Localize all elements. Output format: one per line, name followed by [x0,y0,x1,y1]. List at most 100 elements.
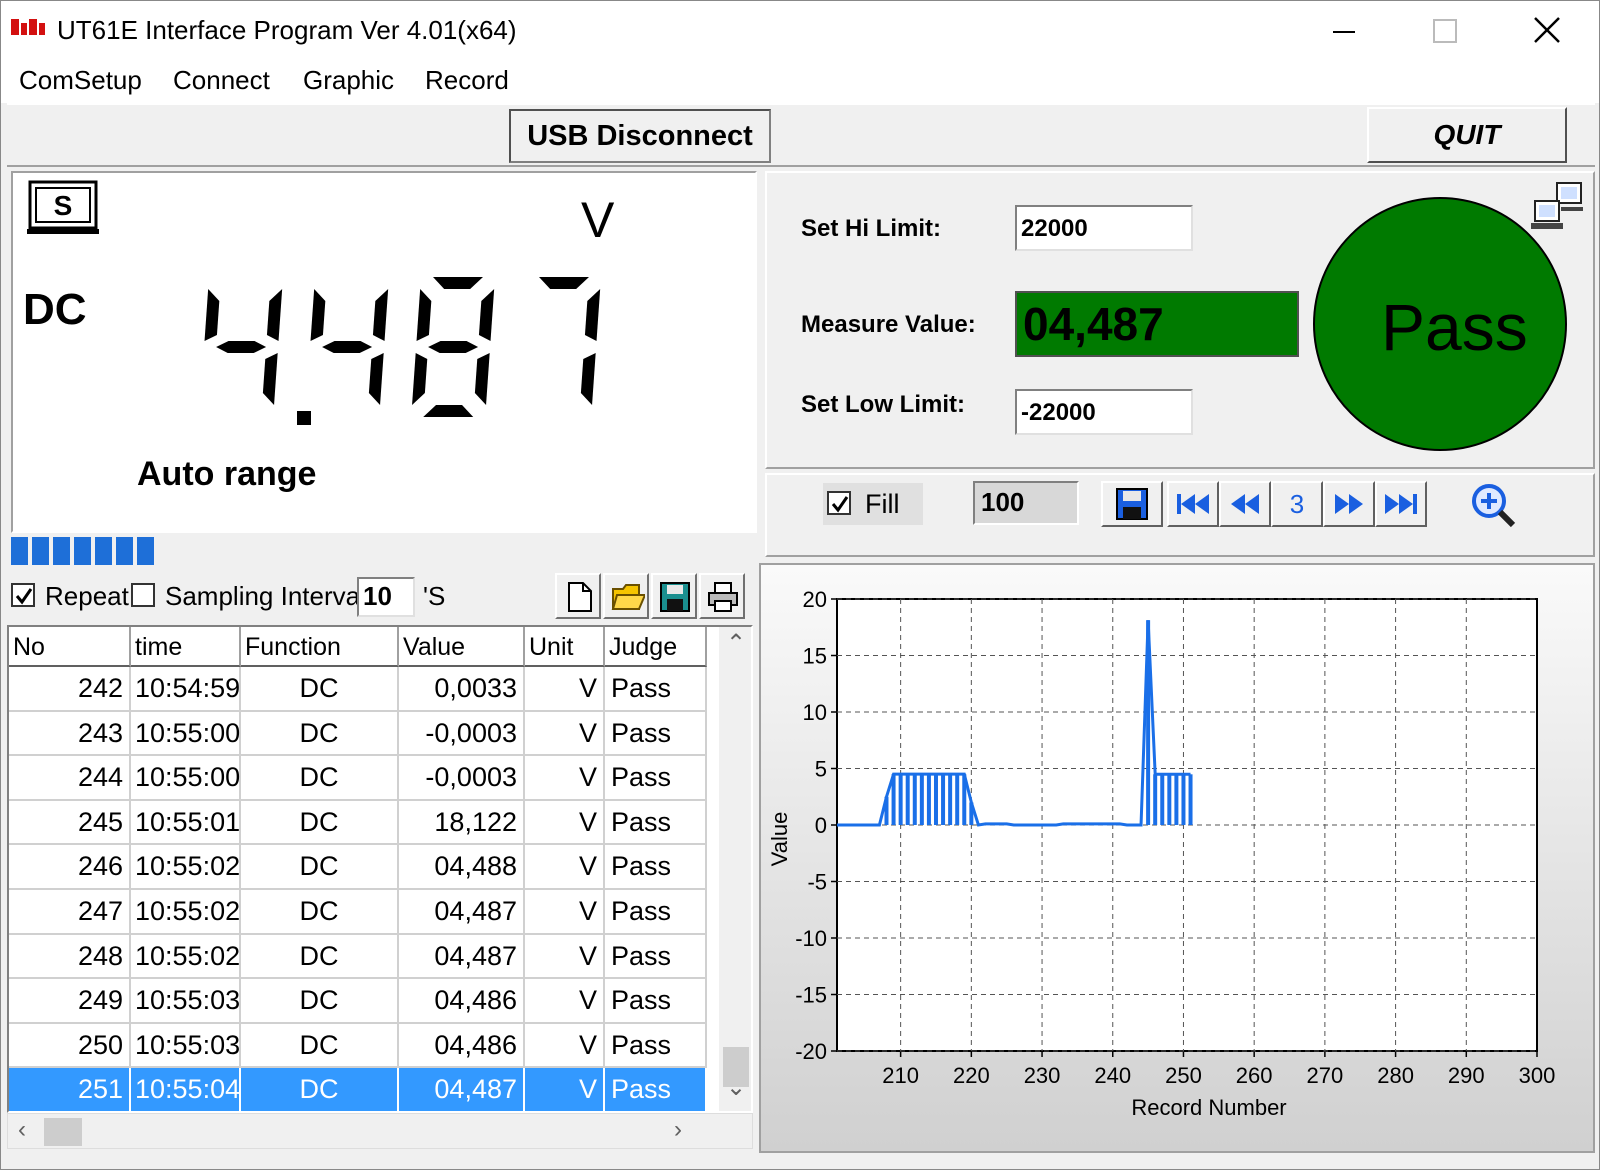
column-no[interactable]: No [9,627,131,667]
lcd-segment [310,289,326,341]
lcd-segment [412,353,428,405]
hi-limit-input[interactable]: 22000 [1015,205,1193,251]
menu-bar: ComSetup Connect Graphic Record [1,59,1599,103]
fill-checkbox-box[interactable] [827,491,851,515]
repeat-checkbox[interactable] [11,583,35,607]
column-value[interactable]: Value [399,627,525,667]
usb-disconnect-button[interactable]: USB Disconnect [509,109,771,163]
new-file-button[interactable] [555,573,601,619]
seven-segment-digits [204,277,601,425]
floppy-disk-icon [660,582,690,612]
analog-bargraph [11,537,154,567]
series-fill-bar [926,774,931,825]
display-function: DC [23,285,87,334]
points-count-input[interactable]: 100 [973,481,1079,525]
x-tick-label: 270 [1307,1063,1344,1088]
cell-value: 04,488 [399,845,525,890]
horizontal-scroll-thumb[interactable] [44,1118,82,1146]
next-page-button[interactable] [1323,481,1375,527]
table-row[interactable]: 250 10:55:03 DC 04,486 V Pass [9,1023,707,1069]
lcd-segment [204,289,220,341]
print-button[interactable] [699,573,745,619]
meter-display: S V DC Auto range [11,171,757,533]
save-file-button[interactable] [651,573,697,619]
scroll-left-icon[interactable]: ‹ [18,1116,26,1144]
lcd-segment [216,341,267,353]
table-row[interactable]: 245 10:55:01 DC 18,122 V Pass [9,800,707,846]
save-chart-button[interactable] [1101,481,1163,527]
title-bar[interactable]: UT61E Interface Program Ver 4.01(x64) [1,1,1599,59]
cell-judge: Pass [605,756,707,801]
scroll-down-icon[interactable]: ⌄ [726,1073,746,1102]
cell-no: 249 [9,979,131,1024]
minimize-button[interactable] [1297,1,1389,59]
first-page-button[interactable] [1167,481,1219,527]
lcd-segment [433,277,483,289]
lcd-segment [423,405,474,417]
close-button[interactable] [1501,1,1593,59]
series-fill-bar [905,774,910,825]
table-row[interactable]: 246 10:55:02 DC 04,488 V Pass [9,845,707,890]
monitor-s-icon[interactable]: S [27,179,99,237]
cell-time: 10:55:03 [131,1023,241,1069]
last-page-button[interactable] [1375,481,1427,527]
table-row[interactable]: 248 10:55:02 DC 04,487 V Pass [9,934,707,980]
cell-unit: V [525,800,605,846]
skip-first-icon [1177,494,1209,514]
lcd-segment [262,353,278,405]
floppy-disk-icon [1116,488,1148,520]
low-limit-input[interactable]: -22000 [1015,389,1193,435]
x-tick-label: 240 [1094,1063,1131,1088]
y-tick-label: 10 [803,700,827,725]
open-folder-button[interactable] [603,573,649,619]
bargraph-segment [32,537,49,565]
scroll-up-icon[interactable]: ⌃ [726,629,746,658]
table-row[interactable]: 243 10:55:00 DC -0,0003 V Pass [9,711,707,757]
sampling-interval-checkbox[interactable] [131,583,155,607]
table-row[interactable]: 247 10:55:02 DC 04,487 V Pass [9,889,707,935]
column-unit[interactable]: Unit [525,627,605,667]
interval-unit-label: 'S [423,581,446,611]
fill-checkbox[interactable]: Fill [823,483,923,525]
horizontal-scrollbar[interactable]: ‹ › [7,1113,753,1149]
cell-time: 10:55:03 [131,979,241,1024]
cell-function: DC [241,667,399,712]
x-tick-label: 300 [1519,1063,1556,1088]
cell-function: DC [241,1023,399,1069]
lcd-segment [584,289,601,341]
menu-connect[interactable]: Connect [173,65,270,96]
column-judge[interactable]: Judge [605,627,707,667]
scroll-right-icon[interactable]: › [674,1116,682,1144]
table-row[interactable]: 242 10:54:59 DC 0,0033 V Pass [9,667,707,712]
table-header: No time Function Value Unit Judge [9,627,707,667]
table-row[interactable]: 244 10:55:00 DC -0,0003 V Pass [9,756,707,801]
cell-no: 243 [9,711,131,757]
column-time[interactable]: time [131,627,241,667]
sampling-interval-input[interactable]: 10 [357,577,415,617]
cell-time: 10:55:02 [131,934,241,980]
quit-button[interactable]: QUIT [1367,107,1567,163]
table-row[interactable]: 251 10:55:04 DC 04,487 V Pass [9,1068,707,1111]
table-row[interactable]: 249 10:55:03 DC 04,486 V Pass [9,979,707,1024]
cell-judge: Pass [605,711,707,757]
previous-page-button[interactable] [1219,481,1271,527]
vertical-scrollbar[interactable]: ⌃ ⌄ [719,627,751,1111]
network-icon[interactable] [1531,181,1585,233]
menu-graphic[interactable]: Graphic [303,65,394,96]
menu-record[interactable]: Record [425,65,509,96]
menu-comsetup[interactable]: ComSetup [19,65,142,96]
measure-value-display: 04,487 [1015,291,1299,357]
cell-function: DC [241,889,399,935]
zoom-in-icon[interactable] [1467,481,1523,531]
cell-unit: V [525,934,605,980]
maximize-button[interactable] [1397,1,1489,59]
hi-limit-label: Set Hi Limit: [801,215,942,242]
display-range: Auto range [137,455,317,493]
records-table: No time Function Value Unit Judge 242 10:… [7,625,753,1113]
lcd-digit [412,277,495,417]
y-tick-label: -20 [795,1039,827,1064]
cell-no: 248 [9,934,131,980]
top-toolbar: USB Disconnect QUIT [7,103,1595,167]
fill-label: Fill [865,489,900,519]
column-function[interactable]: Function [241,627,399,667]
